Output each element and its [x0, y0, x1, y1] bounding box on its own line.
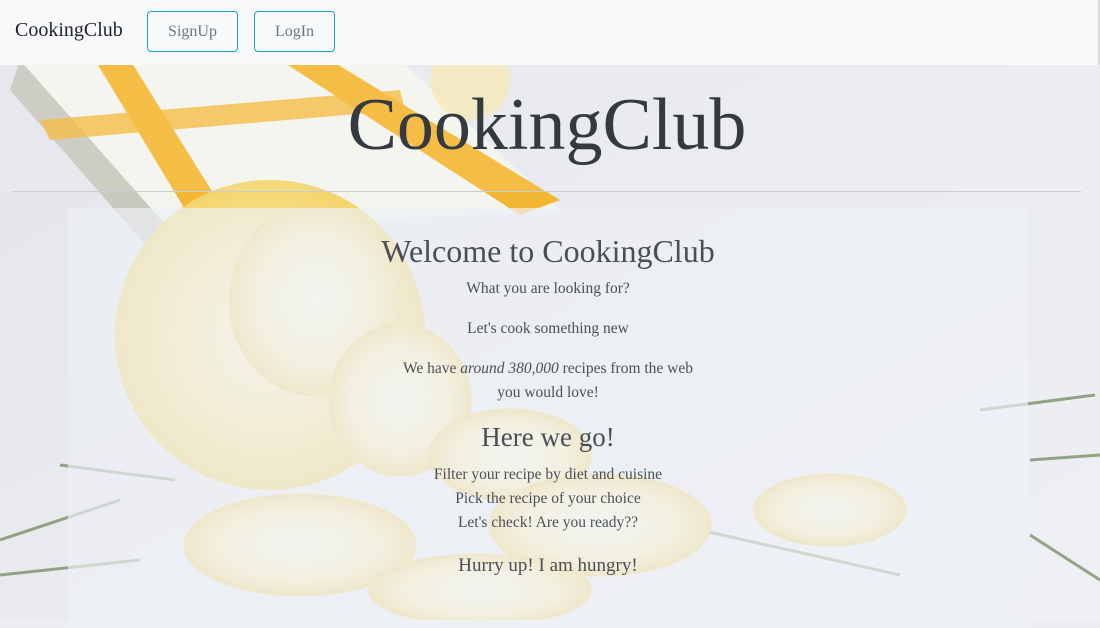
recipes-suffix: recipes from the web [558, 360, 694, 377]
signup-button[interactable]: SignUp [147, 11, 238, 52]
step-filter: Filter your recipe by diet and cuisine [433, 466, 663, 483]
navbar-brand[interactable]: CookingClub [15, 19, 123, 42]
step-pick: Pick the recipe of your choice [455, 490, 641, 507]
intro-line-recipes: We have around 380,000 recipes from the … [68, 360, 1028, 378]
intro-line-question: What you are looking for? [466, 280, 630, 297]
recipes-count: around 380,000 [460, 360, 559, 377]
hero-divider [13, 191, 1081, 192]
hurry-text: Hurry up! I am hungry! [458, 555, 638, 576]
here-we-go-heading: Here we go! [481, 422, 615, 452]
welcome-heading: Welcome to CookingClub [381, 233, 715, 269]
top-navbar: CookingClub SignUp LogIn [0, 0, 1100, 65]
step-check: Let's check! Are you ready?? [457, 514, 639, 531]
login-button[interactable]: LogIn [254, 11, 335, 52]
welcome-card: Welcome to CookingClub What you are look… [68, 208, 1028, 628]
recipes-prefix: We have [402, 360, 461, 377]
intro-line-cook: Let's cook something new [467, 320, 629, 337]
hero-title: CookingClub [347, 84, 747, 166]
intro-line-love: you would love! [497, 384, 599, 401]
